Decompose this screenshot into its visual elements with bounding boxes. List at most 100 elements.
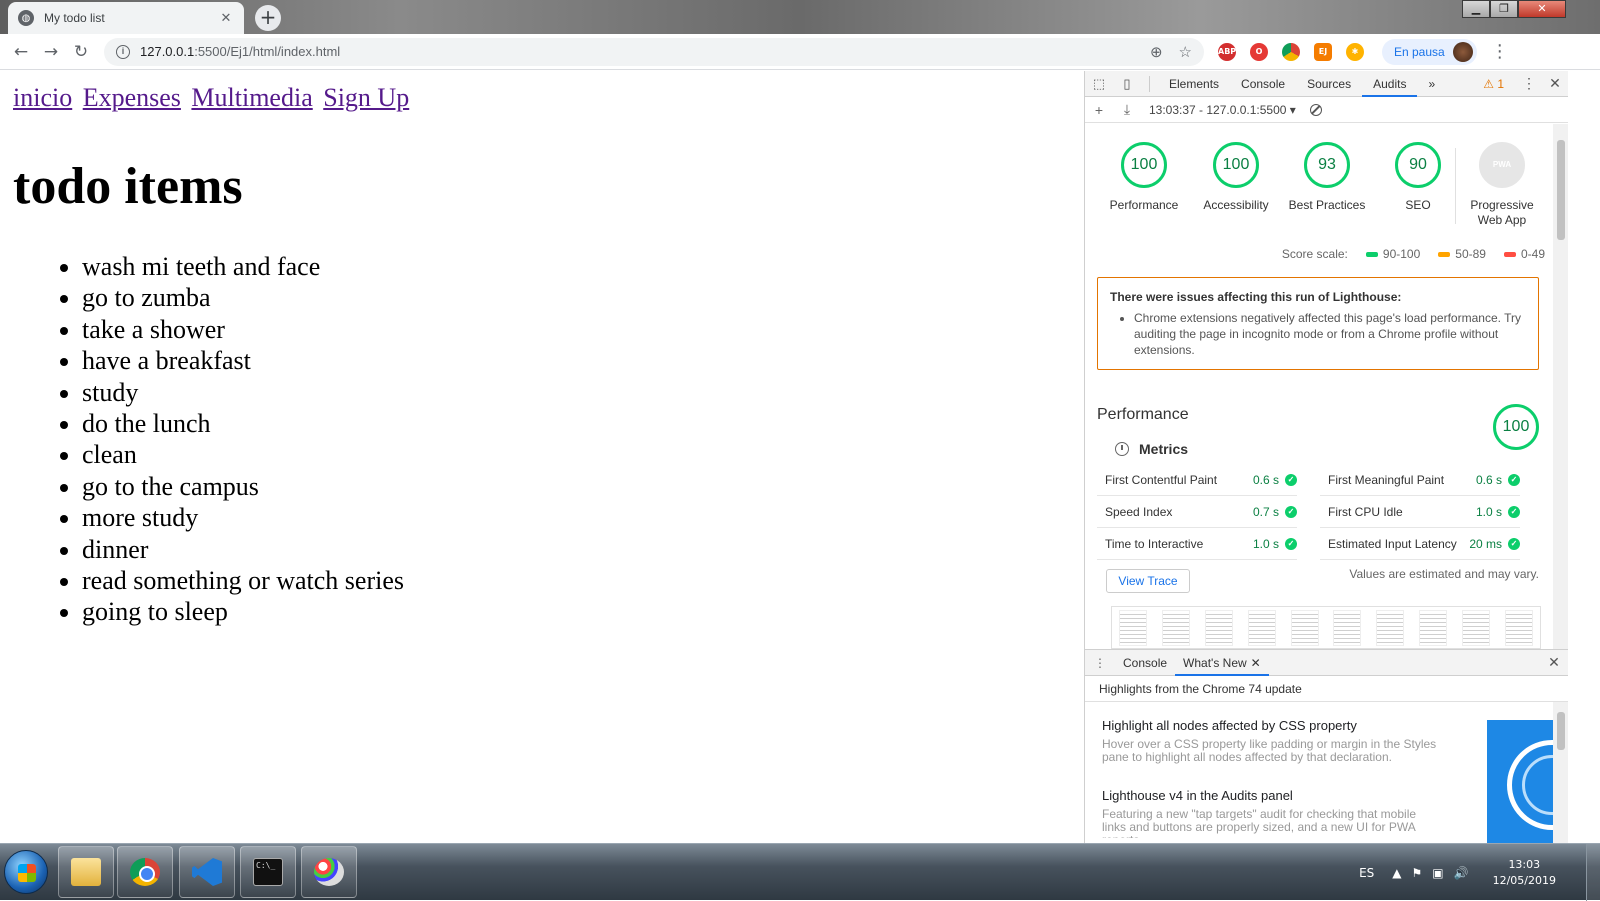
- paint-icon: [314, 858, 344, 886]
- gauge-label: Progressive Web App: [1457, 198, 1547, 228]
- profile-button[interactable]: En pausa: [1382, 38, 1477, 65]
- whats-new-illustration: [1487, 720, 1553, 844]
- browser-tab[interactable]: ◍ My todo list ✕: [8, 2, 244, 34]
- devtools-tabbar: ⬚ ▯ Elements Console Sources Audits » ⚠ …: [1085, 71, 1568, 97]
- metric-value: 0.6 s: [1252, 472, 1279, 487]
- more-tabs-button[interactable]: »: [1417, 71, 1446, 97]
- gauge-best-practices[interactable]: 93 Best Practices: [1282, 138, 1372, 213]
- action-center-icon[interactable]: ⚑: [1412, 866, 1423, 880]
- system-clock[interactable]: 13:03 12/05/2019: [1493, 857, 1556, 889]
- close-devtools-icon[interactable]: ✕: [1542, 75, 1568, 92]
- drawer-tab-whats-new[interactable]: What's New ✕: [1175, 650, 1269, 676]
- view-trace-button[interactable]: View Trace: [1106, 569, 1190, 593]
- whats-new-heading: Highlights from the Chrome 74 update: [1085, 676, 1569, 702]
- browser-menu-icon[interactable]: ⋮: [1491, 41, 1509, 62]
- gauge-performance[interactable]: 100 Performance: [1099, 138, 1189, 213]
- score-range-fail: 0-49: [1520, 247, 1545, 261]
- score-gauges: 100 Performance 100 Accessibility 93 Bes…: [1095, 138, 1545, 238]
- vscode-icon: [192, 858, 222, 886]
- taskbar-paint[interactable]: [301, 846, 357, 898]
- list-item: have a breakfast: [82, 345, 404, 376]
- metrics-title: Metrics: [1139, 441, 1189, 457]
- taskbar-explorer[interactable]: [58, 846, 114, 898]
- extension-icon[interactable]: EJ: [1314, 42, 1332, 61]
- nav-link-inicio[interactable]: inicio: [13, 83, 72, 112]
- metric-speed-index: Speed Index 0.7 s ✓: [1097, 496, 1297, 528]
- url-path: :5500/Ej1/html/index.html: [194, 44, 341, 59]
- volume-icon[interactable]: 🔊: [1454, 866, 1469, 880]
- zoom-icon[interactable]: ⊕: [1150, 43, 1163, 61]
- audit-run-select[interactable]: 13:03:37 - 127.0.0.1:5500 ▾: [1149, 103, 1296, 117]
- list-item: go to the campus: [82, 471, 404, 502]
- filmstrip-frame: [1290, 609, 1319, 646]
- nav-link-multimedia[interactable]: Multimedia: [191, 83, 312, 112]
- forward-icon[interactable]: →: [36, 42, 66, 62]
- show-hidden-icons[interactable]: ▲: [1392, 866, 1401, 880]
- list-item: take a shower: [82, 314, 404, 345]
- close-tab-icon[interactable]: ✕: [1251, 656, 1261, 670]
- reload-icon[interactable]: ↻: [66, 42, 96, 62]
- close-tab-icon[interactable]: ✕: [218, 11, 234, 26]
- nav-link-sign-up[interactable]: Sign Up: [323, 83, 409, 112]
- new-audit-icon[interactable]: +: [1085, 102, 1113, 118]
- new-tab-button[interactable]: +: [255, 5, 281, 31]
- tab-elements[interactable]: Elements: [1158, 71, 1230, 97]
- report-scrollbar[interactable]: [1553, 124, 1569, 649]
- devtools-menu-icon[interactable]: ⋮: [1516, 75, 1542, 92]
- bookmark-star-icon[interactable]: ☆: [1179, 43, 1192, 61]
- address-bar[interactable]: i 127.0.0.1:5500/Ej1/html/index.html ⊕ ☆: [104, 37, 1204, 66]
- filmstrip-frame: [1204, 609, 1233, 646]
- drawer-tab-console[interactable]: Console: [1115, 650, 1175, 676]
- metric-first-cpu-idle: First CPU Idle 1.0 s ✓: [1320, 496, 1520, 528]
- drawer-scrollbar[interactable]: [1553, 702, 1569, 844]
- show-desktop-button[interactable]: [1586, 844, 1600, 901]
- score-range-average: 50-89: [1455, 247, 1486, 261]
- scrollbar-thumb[interactable]: [1557, 140, 1565, 240]
- score-scale-label: Score scale:: [1281, 247, 1348, 261]
- performance-score-gauge: 100: [1493, 404, 1539, 450]
- metrics-row: First Contentful Paint 0.6 s ✓ First Meani…: [1097, 464, 1543, 496]
- metric-name: First Contentful Paint: [1105, 472, 1218, 487]
- warning-count[interactable]: ⚠ 1: [1483, 77, 1504, 91]
- scrollbar-thumb[interactable]: [1557, 712, 1565, 750]
- taskbar-vscode[interactable]: [179, 846, 235, 898]
- drawer-menu-icon[interactable]: ⋮: [1085, 656, 1115, 670]
- tab-console[interactable]: Console: [1230, 71, 1296, 97]
- info-icon[interactable]: i: [116, 44, 130, 59]
- close-window-button[interactable]: ✕: [1518, 0, 1566, 18]
- clear-icon[interactable]: [1309, 103, 1322, 116]
- gauge-score: 90: [1395, 142, 1441, 188]
- score-scale: Score scale: 90-100 50-89 0-49: [1282, 247, 1545, 261]
- network-icon[interactable]: ▣: [1432, 866, 1443, 880]
- opera-extension-icon[interactable]: O: [1250, 42, 1268, 61]
- adblock-extension-icon[interactable]: ABP: [1218, 42, 1236, 61]
- gear-extension-icon[interactable]: ✱: [1346, 42, 1364, 61]
- device-toggle-icon[interactable]: ▯: [1113, 76, 1141, 92]
- taskbar-chrome[interactable]: [117, 846, 173, 898]
- metric-value: 0.6 s: [1475, 472, 1502, 487]
- whats-new-item-title[interactable]: Lighthouse v4 in the Audits panel: [1102, 788, 1293, 803]
- chrome-extension-icon[interactable]: [1282, 42, 1300, 61]
- gauge-pwa[interactable]: PWA Progressive Web App: [1457, 138, 1547, 228]
- nav-link-expenses[interactable]: Expenses: [83, 83, 181, 112]
- taskbar-cmd[interactable]: C:\_: [240, 846, 296, 898]
- list-item: clean: [82, 439, 404, 470]
- warning-count-value: 1: [1497, 76, 1504, 91]
- tab-audits[interactable]: Audits: [1362, 71, 1418, 97]
- gauge-seo[interactable]: 90 SEO: [1373, 138, 1463, 213]
- gauge-accessibility[interactable]: 100 Accessibility: [1191, 138, 1281, 213]
- whats-new-item-title[interactable]: Highlight all nodes affected by CSS prop…: [1102, 718, 1357, 733]
- metrics-row: Speed Index 0.7 s ✓ First CPU Idle 1.0 s ✓: [1097, 496, 1543, 528]
- minimize-button[interactable]: ▁: [1462, 0, 1490, 18]
- start-button[interactable]: [4, 850, 48, 894]
- language-indicator[interactable]: ES: [1359, 866, 1374, 880]
- inspect-icon[interactable]: ⬚: [1085, 76, 1113, 92]
- download-icon[interactable]: ⤓: [1113, 101, 1141, 118]
- back-icon[interactable]: ←: [6, 42, 36, 62]
- whats-new-item-desc: Hover over a CSS property like padding o…: [1102, 737, 1437, 764]
- close-drawer-icon[interactable]: ✕: [1539, 654, 1569, 671]
- restore-button[interactable]: ❐: [1490, 0, 1518, 18]
- list-item: going to sleep: [82, 596, 404, 627]
- tab-sources[interactable]: Sources: [1296, 71, 1362, 97]
- metrics-row: Time to Interactive 1.0 s ✓ Estimated Inpu…: [1097, 528, 1543, 560]
